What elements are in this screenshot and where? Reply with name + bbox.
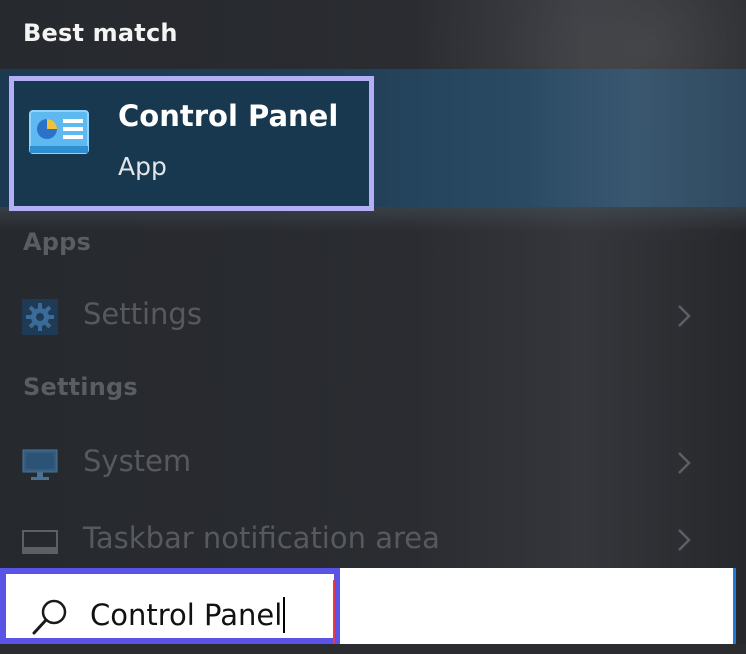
settings-header: Settings [23, 373, 138, 401]
settings-item-system[interactable]: System [0, 432, 746, 494]
control-panel-icon [29, 110, 89, 154]
settings-item-label: System [83, 444, 192, 478]
best-match-subtitle: App [118, 152, 167, 181]
chevron-right-icon [678, 452, 691, 474]
taskbar-icon [22, 530, 58, 554]
bottom-strip [0, 644, 746, 654]
settings-item-label: Taskbar notification area [83, 521, 440, 555]
chevron-right-icon [678, 529, 691, 551]
search-results-panel: Best match Control Panel App Apps Settin… [0, 0, 746, 654]
apps-item-label: Settings [83, 297, 202, 331]
settings-item-taskbar[interactable]: Taskbar notification area [0, 509, 746, 571]
apps-item-settings[interactable]: Settings [0, 285, 746, 347]
best-match-header: Best match [23, 19, 178, 47]
monitor-icon [22, 449, 58, 480]
apps-header: Apps [23, 228, 92, 256]
chevron-right-icon [678, 305, 691, 327]
best-match-title: Control Panel [118, 99, 339, 133]
search-bar[interactable] [0, 568, 736, 644]
best-match-control-panel[interactable]: Control Panel App [9, 76, 374, 211]
gear-icon [22, 299, 58, 335]
